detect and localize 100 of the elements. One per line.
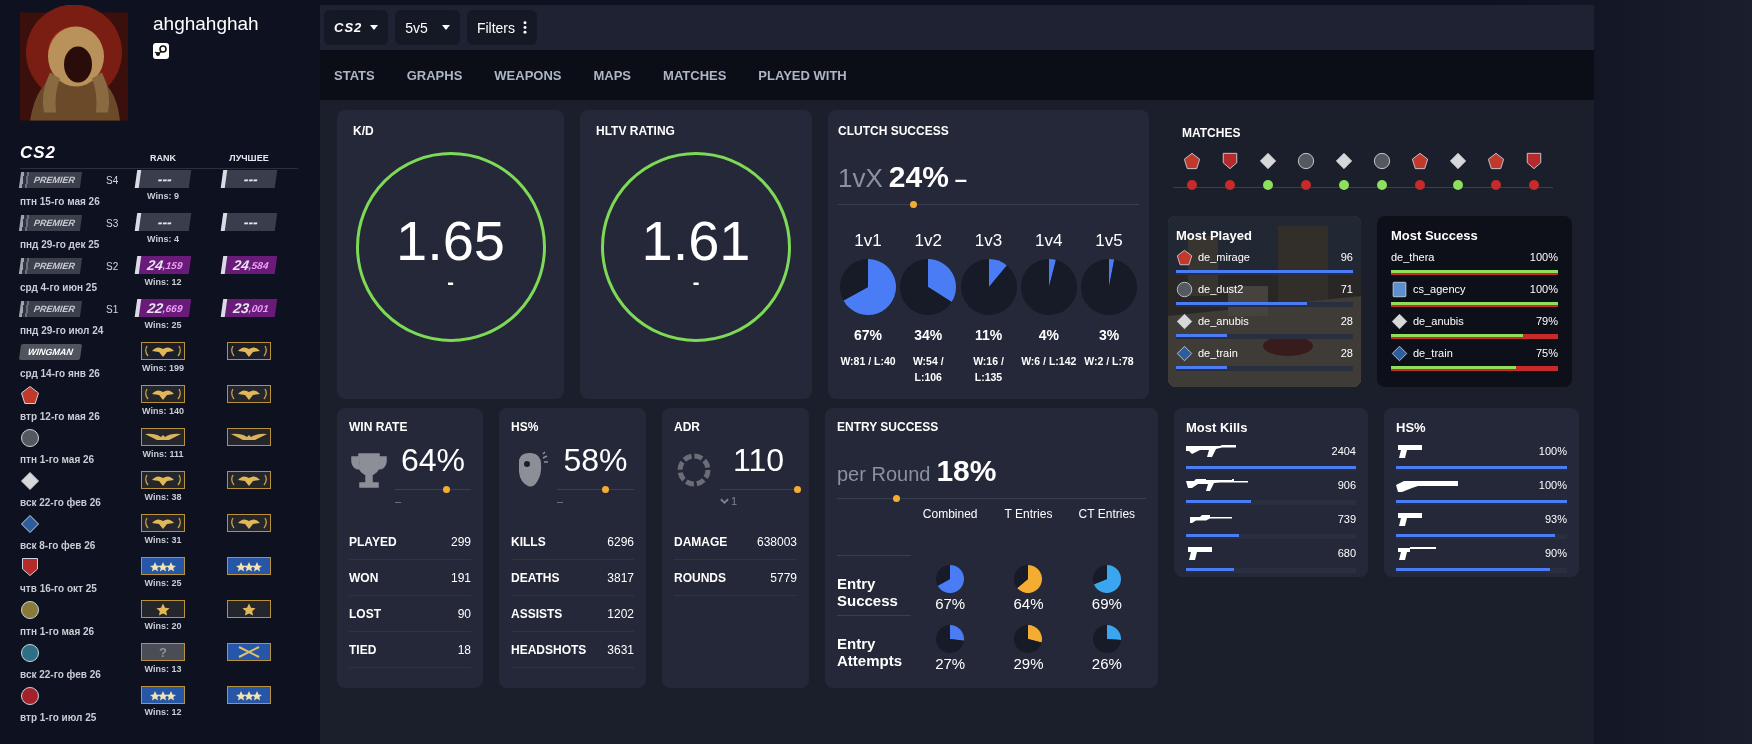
pistol-icon: [1186, 545, 1212, 561]
stat-number: 638003: [756, 534, 797, 549]
map-count: 96: [1340, 251, 1353, 263]
win-dot[interactable]: [1377, 180, 1387, 190]
map-name: de_dust2: [1198, 283, 1245, 295]
stat-change: 1: [731, 495, 738, 507]
row-label: Entry Success: [837, 555, 911, 615]
season-date: вск 22-го фев 26: [20, 496, 102, 508]
diamond-emblem-icon: [1176, 344, 1193, 362]
diamond-emblem-icon: [1449, 152, 1467, 170]
loss-dot[interactable]: [1415, 180, 1425, 190]
season-date: птн 1-го мая 26: [20, 625, 96, 637]
success-rate: 79%: [1535, 315, 1558, 327]
pistol-icon: [1396, 511, 1422, 527]
win-dot[interactable]: [1263, 180, 1273, 190]
rank-badge: 24,159: [134, 256, 192, 274]
success-rate: 75%: [1535, 347, 1558, 359]
entry-percent: 67%: [935, 595, 966, 612]
loss-dot[interactable]: [1529, 180, 1539, 190]
tab[interactable]: PLAYED WITH: [758, 67, 847, 83]
stat-value: 110: [732, 442, 785, 479]
game-dropdown[interactable]: CS2: [324, 10, 389, 45]
situation-record: W:2 / L:78: [1083, 354, 1135, 369]
stat-number: 1202: [607, 606, 634, 621]
season-date: втр 1-го июл 25: [20, 711, 98, 723]
square-emblem-icon: [1391, 280, 1408, 298]
map-name: de_train: [1413, 347, 1454, 359]
card-title: ENTRY SUCCESS: [837, 420, 940, 434]
caret-icon: [370, 25, 379, 30]
loss-dot[interactable]: [1187, 180, 1197, 190]
rifle-icon: [1186, 443, 1238, 459]
season-label: S3: [106, 217, 120, 229]
win-dot[interactable]: [1339, 180, 1349, 190]
situation-record: W:16 / L:135: [972, 354, 1005, 385]
pistol-icon: [1396, 545, 1436, 561]
win-dot[interactable]: [1453, 180, 1463, 190]
shield-emblem-icon: [1221, 152, 1239, 170]
loss-dot[interactable]: [1491, 180, 1501, 190]
situation-label: 1v4: [1035, 231, 1063, 251]
shield-emblem-icon: [1525, 152, 1543, 170]
situation-label: 1v1: [854, 231, 882, 251]
mode-badge: PREMIER: [18, 215, 83, 231]
weapon-stat: 100%: [1538, 445, 1567, 457]
caret-icon: [441, 25, 450, 30]
stat-label: ROUNDS: [674, 570, 726, 585]
situation-percent: 11%: [974, 327, 1003, 343]
weapon-stat: 906: [1337, 479, 1356, 491]
wins-count: Wins: 111: [142, 449, 184, 459]
tab[interactable]: MATCHES: [663, 67, 727, 83]
card-title: Most Success: [1391, 228, 1479, 243]
rifle-icon: [1186, 477, 1248, 493]
rank-badge: ?: [141, 643, 185, 661]
tab[interactable]: MAPS: [593, 67, 632, 83]
wins-count: Wins: 31: [144, 535, 182, 545]
success-rate: 100%: [1529, 251, 1558, 263]
stat-number: 18: [457, 642, 471, 657]
stat-number: 3817: [607, 570, 634, 585]
stat-number: 90: [457, 606, 471, 621]
circle-emblem-icon: [20, 643, 40, 663]
column-header: ЛУЧШЕЕ: [228, 153, 270, 163]
steam-icon[interactable]: [153, 43, 169, 59]
tab[interactable]: STATS: [334, 67, 375, 83]
entry-value: 18%: [936, 454, 997, 488]
diamond-emblem-icon: [1176, 312, 1193, 330]
filters-button[interactable]: Filters: [466, 10, 537, 45]
map-name: de_train: [1198, 347, 1239, 359]
map-name: de_anubis: [1413, 315, 1465, 327]
weapon-stat: 93%: [1544, 513, 1567, 525]
game-logo: CS2: [20, 143, 58, 163]
entry-prefix: per Round: [837, 463, 931, 486]
mode-badge: PREMIER: [18, 301, 83, 317]
card-title: HLTV RATING: [596, 124, 675, 138]
stat-number: 191: [450, 570, 471, 585]
situation-record: W:6 / L:142: [1020, 354, 1078, 369]
wins-count: Wins: 12: [144, 707, 182, 717]
rank-badge: ---: [134, 170, 192, 188]
map-name: de_mirage: [1198, 251, 1251, 263]
diamond-emblem-icon: [1391, 344, 1408, 362]
rank-badge: 22,669: [134, 299, 192, 317]
clutch-change: –: [954, 167, 968, 193]
loss-dot[interactable]: [1225, 180, 1235, 190]
pentagon-emblem-icon: [1183, 152, 1201, 170]
season-date: вск 8-го фев 26: [20, 539, 97, 551]
circle-emblem-icon: [20, 686, 40, 706]
mode-dropdown[interactable]: 5v5: [395, 10, 460, 45]
situation-percent: 34%: [914, 327, 943, 343]
season-date: пнд 29-го дек 25: [20, 238, 101, 250]
section-title: MATCHES: [1182, 126, 1242, 140]
tab[interactable]: GRAPHS: [406, 67, 463, 83]
tab[interactable]: WEAPONS: [494, 67, 562, 83]
situation-percent: 3%: [1098, 327, 1120, 343]
wins-count: Wins: 4: [147, 234, 179, 244]
situation-label: 1v5: [1095, 231, 1123, 251]
column-header: T Entries: [1003, 506, 1054, 523]
circle-emblem-icon: [1297, 152, 1315, 170]
loss-dot[interactable]: [1301, 180, 1311, 190]
stat-label: KILLS: [511, 534, 546, 549]
stat-number: 3631: [607, 642, 634, 657]
clutch-prefix: 1vX: [838, 163, 883, 194]
stat-number: 6296: [607, 534, 634, 549]
